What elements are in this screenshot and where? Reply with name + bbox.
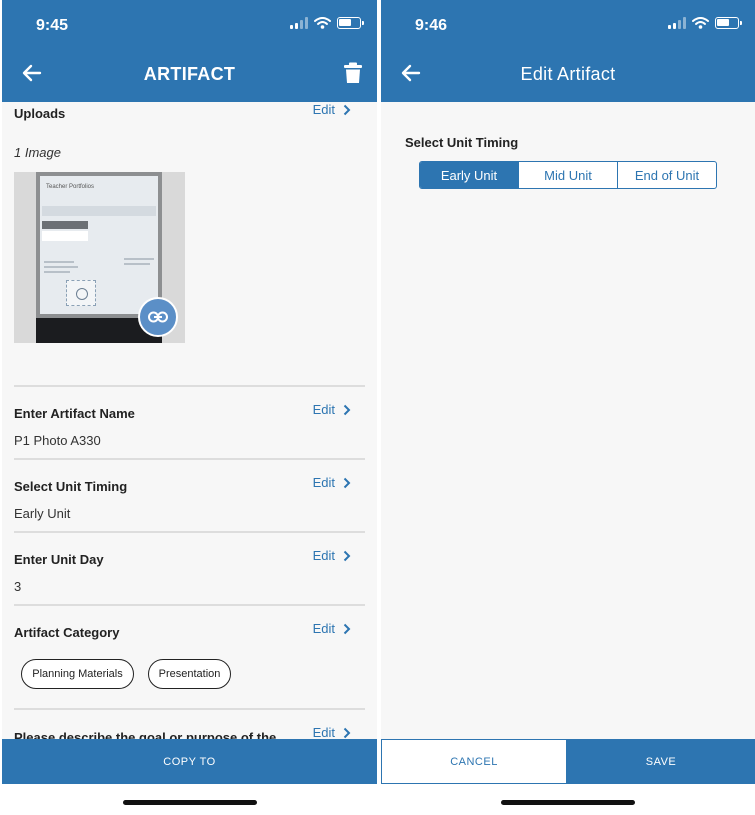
artifact-name-edit-link[interactable]: Edit	[313, 402, 351, 417]
uploads-section: Uploads Edit 1 Image Teacher Portfolios	[14, 102, 365, 387]
unit-timing-selector: Early Unit Mid Unit End of Unit	[419, 161, 717, 189]
option-mid-unit[interactable]: Mid Unit	[519, 162, 618, 188]
wifi-icon	[692, 17, 709, 29]
category-chip[interactable]: Planning Materials	[21, 659, 134, 689]
battery-icon	[337, 17, 364, 29]
link-icon	[148, 311, 168, 323]
artifact-category-title: Artifact Category	[14, 625, 120, 640]
cancel-button[interactable]: CANCEL	[381, 739, 567, 784]
unit-day-title: Enter Unit Day	[14, 552, 104, 567]
status-icons	[668, 17, 742, 29]
edit-label: Edit	[312, 102, 335, 117]
signal-icon	[668, 17, 686, 29]
artifact-screen: 9:45 ARTIFACT Uploads Edit 1 Image Teach…	[2, 0, 377, 815]
timing-label: Select Unit Timing	[405, 135, 519, 150]
chevron-right-icon	[343, 404, 351, 415]
action-bar: CANCEL SAVE	[381, 739, 755, 784]
edit-form: Select Unit Timing Early Unit Mid Unit E…	[381, 102, 755, 739]
chevron-right-icon	[343, 104, 351, 115]
status-time: 9:46	[415, 17, 448, 34]
edit-label: Edit	[312, 548, 335, 563]
header: 9:45 ARTIFACT	[2, 0, 377, 102]
home-indicator	[501, 800, 635, 805]
battery-icon	[715, 17, 742, 29]
unit-day-section: Enter Unit Day Edit 3	[14, 533, 365, 606]
edit-label: Edit	[312, 725, 335, 739]
unit-timing-edit-link[interactable]: Edit	[313, 475, 351, 490]
link-button[interactable]	[138, 297, 178, 337]
unit-timing-value: Early Unit	[14, 506, 71, 521]
artifact-name-section: Enter Artifact Name Edit P1 Photo A330	[14, 387, 365, 460]
save-button[interactable]: SAVE	[567, 739, 755, 784]
artifact-name-value: P1 Photo A330	[14, 433, 101, 448]
signal-icon	[290, 17, 308, 29]
trash-icon[interactable]	[343, 62, 363, 84]
goal-title: Please describe the goal or purpose of t…	[14, 730, 277, 739]
home-indicator	[123, 800, 257, 805]
page-title: Edit Artifact	[520, 64, 616, 84]
uploads-title: Uploads	[14, 106, 66, 121]
image-thumbnail[interactable]: Teacher Portfolios	[14, 172, 185, 343]
artifact-details: Uploads Edit 1 Image Teacher Portfolios	[2, 102, 377, 739]
status-time: 9:45	[36, 17, 69, 34]
chevron-right-icon	[343, 623, 351, 634]
copy-to-button[interactable]: COPY TO	[2, 739, 377, 784]
edit-label: Edit	[312, 621, 335, 636]
unit-timing-section: Select Unit Timing Edit Early Unit	[14, 460, 365, 533]
uploads-edit-link[interactable]: Edit	[313, 102, 351, 117]
option-early-unit[interactable]: Early Unit	[420, 162, 519, 188]
artifact-category-section: Artifact Category Edit Planning Material…	[14, 606, 365, 710]
unit-timing-title: Select Unit Timing	[14, 479, 128, 494]
page-title: ARTIFACT	[143, 64, 236, 84]
goal-edit-link[interactable]: Edit	[313, 725, 351, 739]
goal-section: Please describe the goal or purpose of t…	[14, 710, 365, 739]
chevron-right-icon	[343, 477, 351, 488]
chevron-right-icon	[343, 550, 351, 561]
edit-artifact-screen: 9:46 Edit Artifact Select Unit Timing Ea…	[381, 0, 755, 815]
artifact-category-edit-link[interactable]: Edit	[313, 621, 351, 636]
category-chips: Planning Materials Presentation	[14, 659, 365, 691]
bottom-bar: COPY TO	[2, 739, 377, 784]
wifi-icon	[314, 17, 331, 29]
status-icons	[290, 17, 364, 29]
header: 9:46 Edit Artifact	[381, 0, 755, 102]
photo-caption: Teacher Portfolios	[46, 184, 95, 190]
image-count: 1 Image	[14, 145, 61, 160]
edit-label: Edit	[312, 475, 335, 490]
unit-day-value: 3	[14, 579, 22, 594]
option-end-of-unit[interactable]: End of Unit	[618, 162, 716, 188]
chevron-right-icon	[343, 727, 351, 738]
artifact-name-title: Enter Artifact Name	[14, 406, 135, 421]
unit-day-edit-link[interactable]: Edit	[313, 548, 351, 563]
category-chip[interactable]: Presentation	[148, 659, 231, 689]
edit-label: Edit	[312, 402, 335, 417]
